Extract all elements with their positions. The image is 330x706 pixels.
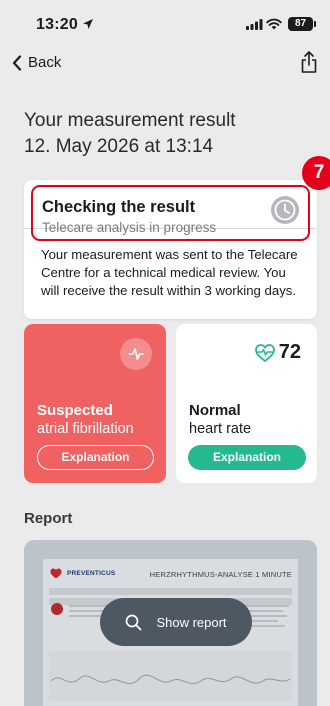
status-description: Your measurement was sent to the Telecar… <box>41 247 298 298</box>
heart-rate-title: Normal <box>189 402 241 419</box>
ecg-pulse-icon <box>120 338 152 370</box>
show-report-button[interactable]: Show report <box>100 598 252 646</box>
report-heading: Report <box>24 510 73 527</box>
show-report-label: Show report <box>156 614 227 630</box>
battery-indicator: 87 <box>288 17 316 31</box>
analysis-status-card: Checking the result Telecare analysis in… <box>24 180 317 319</box>
report-table-row <box>49 588 292 595</box>
afib-result-card: Suspected atrial fibrillation Explanatio… <box>24 324 166 483</box>
status-bar: 13:20 87 <box>0 0 330 44</box>
heart-rate-icon <box>254 343 275 362</box>
back-label: Back <box>28 54 62 71</box>
report-logo: PREVENTICUS <box>50 568 115 579</box>
cellular-signal-icon <box>246 19 263 30</box>
heart-rate-card: 72 Normal heart rate Explanation <box>176 324 317 483</box>
heart-rate-explanation-button[interactable]: Explanation <box>188 445 306 470</box>
report-document-title: HERZRHYTHMUS-ANALYSE 1 MINUTE <box>149 570 292 579</box>
step-number-badge: 7 <box>302 156 330 190</box>
status-time: 13:20 <box>36 16 78 33</box>
heart-rate-subtitle: heart rate <box>189 421 252 437</box>
afib-title: Suspected <box>37 402 113 419</box>
report-warning-dot <box>51 603 63 615</box>
heart-rate-readout: 72 <box>254 341 301 364</box>
page-title: Your measurement result 12. May 2026 at … <box>24 108 236 160</box>
search-icon <box>126 614 142 630</box>
page-title-line1: Your measurement result <box>24 110 236 131</box>
status-subtitle: Telecare analysis in progress <box>42 220 217 235</box>
measurement-date: 12. May 2026 at 13:14 <box>24 136 214 157</box>
status-highlight-box: Checking the result Telecare analysis in… <box>31 185 310 241</box>
heart-logo-icon <box>50 568 62 579</box>
clock-icon <box>271 196 299 224</box>
afib-explanation-button[interactable]: Explanation <box>37 445 154 470</box>
location-arrow-icon <box>83 19 93 29</box>
wifi-icon <box>266 18 282 30</box>
report-logo-text: PREVENTICUS <box>67 570 116 577</box>
back-button[interactable]: Back <box>12 54 61 71</box>
afib-subtitle: atrial fibrillation <box>37 421 134 437</box>
share-icon[interactable] <box>300 50 318 74</box>
chevron-left-icon <box>12 54 22 71</box>
status-title: Checking the result <box>42 198 196 216</box>
heart-rate-value: 72 <box>278 341 301 363</box>
report-ecg-chart <box>49 651 292 701</box>
